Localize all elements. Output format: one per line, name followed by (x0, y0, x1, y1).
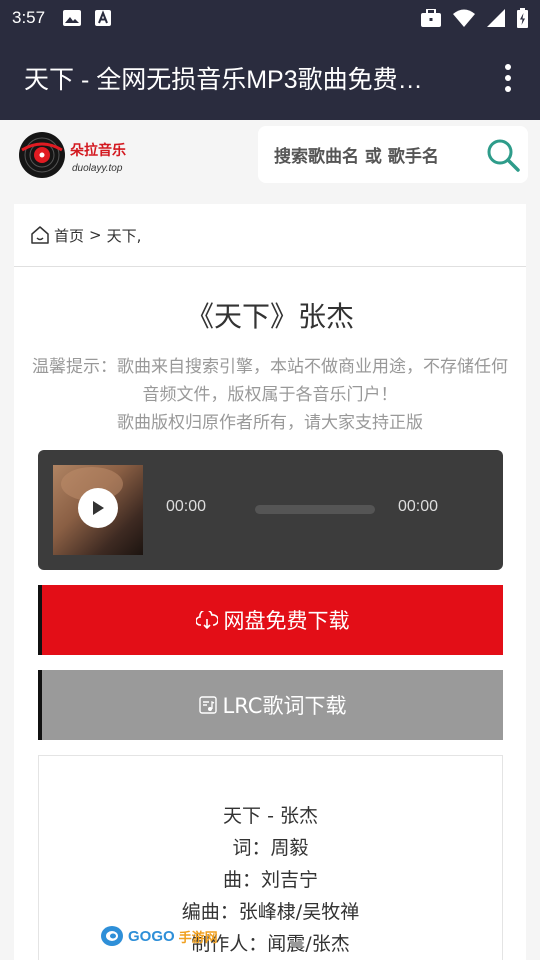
font-icon (95, 10, 112, 26)
song-title: 《天下》张杰 (185, 300, 354, 333)
notice-text: 温馨提示：歌曲来自搜索引擎，本站不做商业用途，不存储任何音频文件，版权属于各音乐… (14, 353, 526, 437)
breadcrumb-separator: > (89, 226, 102, 244)
menu-dot (505, 75, 511, 81)
notice-line-2: 歌曲版权归原作者所有，请大家支持正版 (117, 413, 423, 433)
battery-icon (517, 8, 528, 28)
app-title: 天下 - 全网无损音乐MP3歌曲免费… (24, 66, 423, 94)
play-button[interactable] (78, 488, 118, 528)
song-card: 首页 > 天下, 《天下》张杰 温馨提示：歌曲来自搜索引擎，本站不做商业用途，不… (14, 204, 526, 960)
breadcrumb-home[interactable]: 首页 (54, 225, 84, 246)
image-icon (63, 10, 82, 26)
cloud-download-icon (195, 611, 218, 629)
status-bar: 3:57 (0, 0, 540, 36)
gogo-logo-icon (101, 926, 123, 946)
menu-dot (505, 86, 511, 92)
lyrics-line: 编曲：张峰棣/吴牧禅 (181, 901, 360, 923)
audio-player: 00:00 00:00 (38, 450, 503, 570)
status-left-icons (63, 10, 112, 26)
wifi-icon (453, 9, 475, 27)
home-icon[interactable] (30, 225, 50, 245)
status-right-icons (421, 8, 528, 28)
search-placeholder: 搜索歌曲名 或 歌手名 (274, 147, 439, 167)
lyrics-line: 曲：刘吉宁 (222, 869, 318, 891)
watermark: GOGO 手游网 (100, 925, 218, 947)
search-button[interactable] (478, 130, 528, 180)
download-button[interactable]: 网盘免费下载 (38, 585, 503, 655)
duration-time: 00:00 (398, 498, 439, 515)
current-time: 00:00 (166, 498, 207, 515)
briefcase-icon (421, 9, 441, 27)
progress-bar[interactable] (255, 505, 375, 514)
overflow-menu-button[interactable] (496, 58, 520, 98)
breadcrumb: 首页 > 天下, (14, 204, 526, 267)
watermark-text-b: 手游网 (178, 929, 218, 945)
logo-domain: duolayy.top (72, 163, 123, 174)
signal-icon (487, 9, 505, 27)
menu-dot (505, 64, 511, 70)
search-icon (487, 139, 520, 172)
notice-line-1: 温馨提示：歌曲来自搜索引擎，本站不做商业用途，不存储任何音频文件，版权属于各音乐… (32, 357, 508, 405)
download-button-label: 网盘免费下载 (223, 609, 350, 633)
lyrics-file-icon (198, 696, 217, 714)
app-bar: 天下 - 全网无损音乐MP3歌曲免费… (0, 36, 540, 120)
lrc-button-label: LRC歌词下载 (222, 694, 347, 718)
play-icon (93, 501, 104, 515)
search-input[interactable]: 搜索歌曲名 或 歌手名 (258, 126, 528, 183)
watermark-text-a: GOGO (128, 927, 175, 945)
lrc-download-button[interactable]: LRC歌词下载 (38, 670, 503, 740)
breadcrumb-current: 天下, (106, 226, 142, 245)
site-logo[interactable]: 朵拉音乐 duolayy.top (18, 130, 136, 180)
lyrics-line: 天下 - 张杰 (223, 805, 318, 827)
lyrics-line: 词：周毅 (232, 837, 309, 859)
status-time: 3:57 (12, 8, 46, 27)
logo-text: 朵拉音乐 (70, 142, 126, 159)
